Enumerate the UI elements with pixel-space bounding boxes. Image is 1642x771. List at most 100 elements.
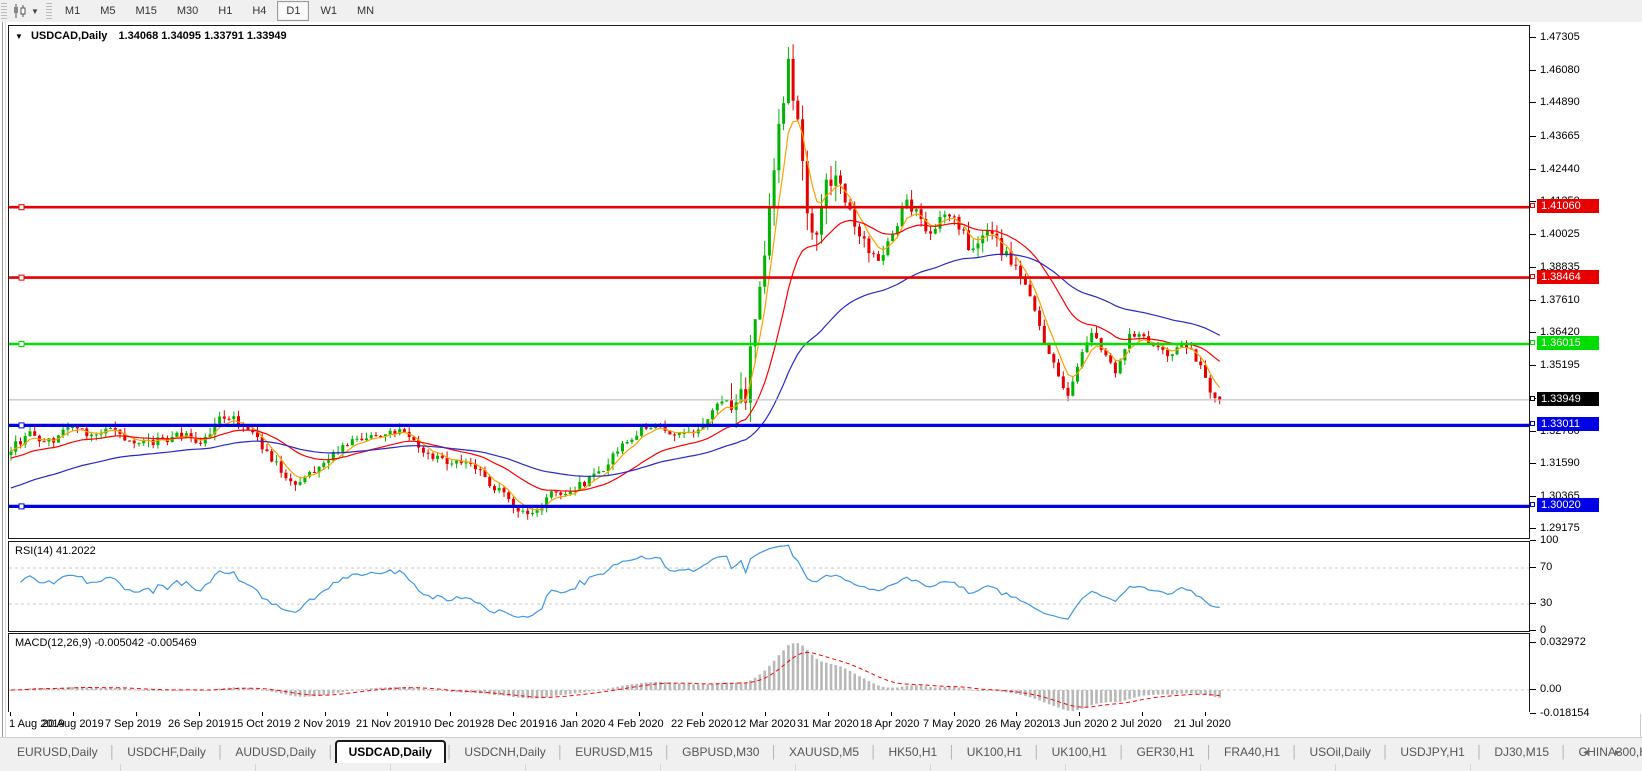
main-price-pane[interactable]: ▼ USDCAD,Daily 1.34068 1.34095 1.33791 1… — [8, 25, 1530, 539]
timeframe-button-D1[interactable]: D1 — [277, 1, 310, 21]
price-axis[interactable]: 1.473051.460801.448901.436651.424401.412… — [1530, 22, 1642, 719]
strip-separator — [1335, 764, 1336, 771]
strip-separator — [1065, 764, 1066, 771]
date-tick-mark — [1142, 712, 1143, 716]
chart-tab-EURUSD-Daily[interactable]: EURUSD,Daily — [6, 741, 109, 764]
timeframe-button-H1[interactable]: H1 — [209, 1, 241, 21]
tab-separator: │ — [870, 745, 878, 759]
chart-ohlc-values: 1.34068 1.34095 1.33791 1.33949 — [118, 30, 287, 42]
price-tick-label: 1.47305 — [1540, 31, 1580, 43]
rsi-tick-label: 70 — [1540, 561, 1553, 573]
axis-tick-mark — [1530, 630, 1536, 631]
chart-tab-HK50-H1[interactable]: HK50,H1 — [878, 741, 949, 764]
timeframe-button-M15[interactable]: M15 — [126, 1, 165, 21]
strip-separator — [120, 764, 121, 771]
date-tick-mark — [450, 712, 451, 716]
date-tick-label: 21 Jul 2020 — [1174, 718, 1231, 730]
timeframe-button-M5[interactable]: M5 — [91, 1, 124, 21]
axis-tick-mark — [1530, 332, 1536, 333]
rsi-label: RSI(14) 41.2022 — [15, 545, 96, 557]
chart-tab-DJ30-M15[interactable]: DJ30,M15 — [1483, 741, 1560, 764]
chart-tab-XAUUSD-M5[interactable]: XAUUSD,M5 — [778, 741, 870, 764]
tab-separator: │ — [770, 745, 778, 759]
macd-tick-label: -0.018154 — [1540, 707, 1590, 719]
chevron-down-icon[interactable]: ▼ — [31, 7, 39, 16]
date-tick-label: 2 Nov 2019 — [294, 718, 351, 730]
date-tick-label: 21 Nov 2019 — [356, 718, 419, 730]
price-tick-label: 1.40025 — [1540, 228, 1580, 240]
strip-separator — [390, 764, 391, 771]
date-tick-label: 2 Jul 2020 — [1111, 718, 1162, 730]
date-tick-mark — [387, 712, 388, 716]
chart-tab-FRA40-H1[interactable]: FRA40,H1 — [1213, 741, 1291, 764]
date-tick-mark — [1079, 712, 1080, 716]
chart-title-caret-icon[interactable]: ▼ — [15, 32, 23, 41]
chart-window: ▼ USDCAD,Daily 1.34068 1.34095 1.33791 1… — [0, 22, 1642, 737]
date-tick-label: 26 May 2020 — [985, 718, 1049, 730]
chart-tab-UK100-H1[interactable]: UK100,H1 — [1041, 741, 1118, 764]
date-axis[interactable]: 1 Aug 2019 20 Aug 2019 7 Sep 2019 26 Sep 20… — [8, 712, 1530, 737]
timeframe-button-M1[interactable]: M1 — [56, 1, 89, 21]
axis-tick-mark — [1530, 37, 1536, 38]
axis-tick-mark — [1530, 713, 1536, 714]
tab-separator: │ — [1560, 745, 1568, 759]
date-tick-mark — [10, 712, 11, 716]
price-tick-label: 1.35195 — [1540, 359, 1580, 371]
macd-indicator-pane[interactable]: MACD(12,26,9) -0.005042 -0.005469 — [8, 633, 1530, 717]
date-tick-mark — [828, 712, 829, 716]
candlestick-chart-icon[interactable] — [11, 3, 29, 19]
timeframe-button-M30[interactable]: M30 — [168, 1, 207, 21]
chart-tab-USDCAD-Daily[interactable]: USDCAD,Daily — [334, 740, 446, 764]
chart-title: ▼ USDCAD,Daily 1.34068 1.34095 1.33791 1… — [15, 30, 287, 42]
chart-tab-AUDUSD-Daily[interactable]: AUDUSD,Daily — [224, 741, 327, 764]
date-tick-mark — [1205, 712, 1206, 716]
date-tick-mark — [199, 712, 200, 716]
date-tick-label: 26 Sep 2019 — [168, 718, 231, 730]
axis-tick-mark — [1530, 300, 1536, 301]
tab-separator: │ — [445, 745, 454, 759]
hline-price-label: 1.36015 — [1537, 336, 1599, 350]
strip-separator — [660, 764, 661, 771]
line-anchor-marker — [1530, 421, 1535, 426]
chart-tab-EURUSD-M15[interactable]: EURUSD,M15 — [564, 741, 663, 764]
strip-separator — [1470, 764, 1471, 771]
timeframe-toolbar: ▼ M1 M5 M15 M30 H1 H4 D1 W1 MN — [0, 0, 1642, 23]
tab-scroll-arrows[interactable]: ◂ ▸ — [1583, 747, 1632, 758]
date-tick-label: 22 Feb 2020 — [671, 718, 733, 730]
chart-tabs: EURUSD,Daily │ USDCHF,Daily │ AUDUSD,Daily │ U… — [6, 740, 1642, 764]
date-tick-label: 4 Feb 2020 — [608, 718, 664, 730]
axis-tick-mark — [1530, 528, 1536, 529]
line-anchor-marker — [1530, 274, 1535, 279]
tab-separator: │ — [556, 745, 565, 759]
chart-tab-USDCNH-Daily[interactable]: USDCNH,Daily — [453, 741, 556, 764]
window-left-edge-2 — [5, 22, 6, 737]
line-anchor-marker — [1530, 340, 1535, 345]
toolbar-grip[interactable] — [1, 3, 7, 19]
chart-tab-USDJPY-H1[interactable]: USDJPY,H1 — [1389, 741, 1475, 764]
date-tick-label: 20 Aug 2019 — [42, 718, 104, 730]
axis-tick-mark — [1530, 540, 1536, 541]
chart-tab-GBPUSD-M30[interactable]: GBPUSD,M30 — [671, 741, 770, 764]
line-anchor-marker — [1530, 502, 1535, 507]
axis-tick-mark — [1530, 136, 1536, 137]
date-tick-mark — [576, 712, 577, 716]
axis-tick-mark — [1530, 689, 1536, 690]
chart-tab-USDCHF-Daily[interactable]: USDCHF,Daily — [116, 741, 217, 764]
toolbar-grip-2[interactable] — [45, 3, 52, 19]
timeframe-button-W1[interactable]: W1 — [311, 1, 346, 21]
chart-tab-USOil-Daily[interactable]: USOil,Daily — [1299, 741, 1382, 764]
timeframe-button-MN[interactable]: MN — [348, 1, 383, 21]
date-tick-mark — [73, 712, 74, 716]
timeframe-button-H4[interactable]: H4 — [243, 1, 275, 21]
date-tick-mark — [513, 712, 514, 716]
date-tick-mark — [702, 712, 703, 716]
price-tick-label: 1.46080 — [1540, 64, 1580, 76]
chart-tab-UK100-H1[interactable]: UK100,H1 — [956, 741, 1033, 764]
price-tick-label: 1.29175 — [1540, 522, 1580, 534]
tab-separator: │ — [1381, 745, 1390, 759]
axis-tick-mark — [1530, 267, 1536, 268]
chart-tab-GER30-H1[interactable]: GER30,H1 — [1125, 741, 1205, 764]
current-price-label: 1.33949 — [1537, 392, 1599, 406]
tab-separator: │ — [1475, 745, 1484, 759]
rsi-indicator-pane[interactable]: RSI(14) 41.2022 — [8, 541, 1530, 632]
